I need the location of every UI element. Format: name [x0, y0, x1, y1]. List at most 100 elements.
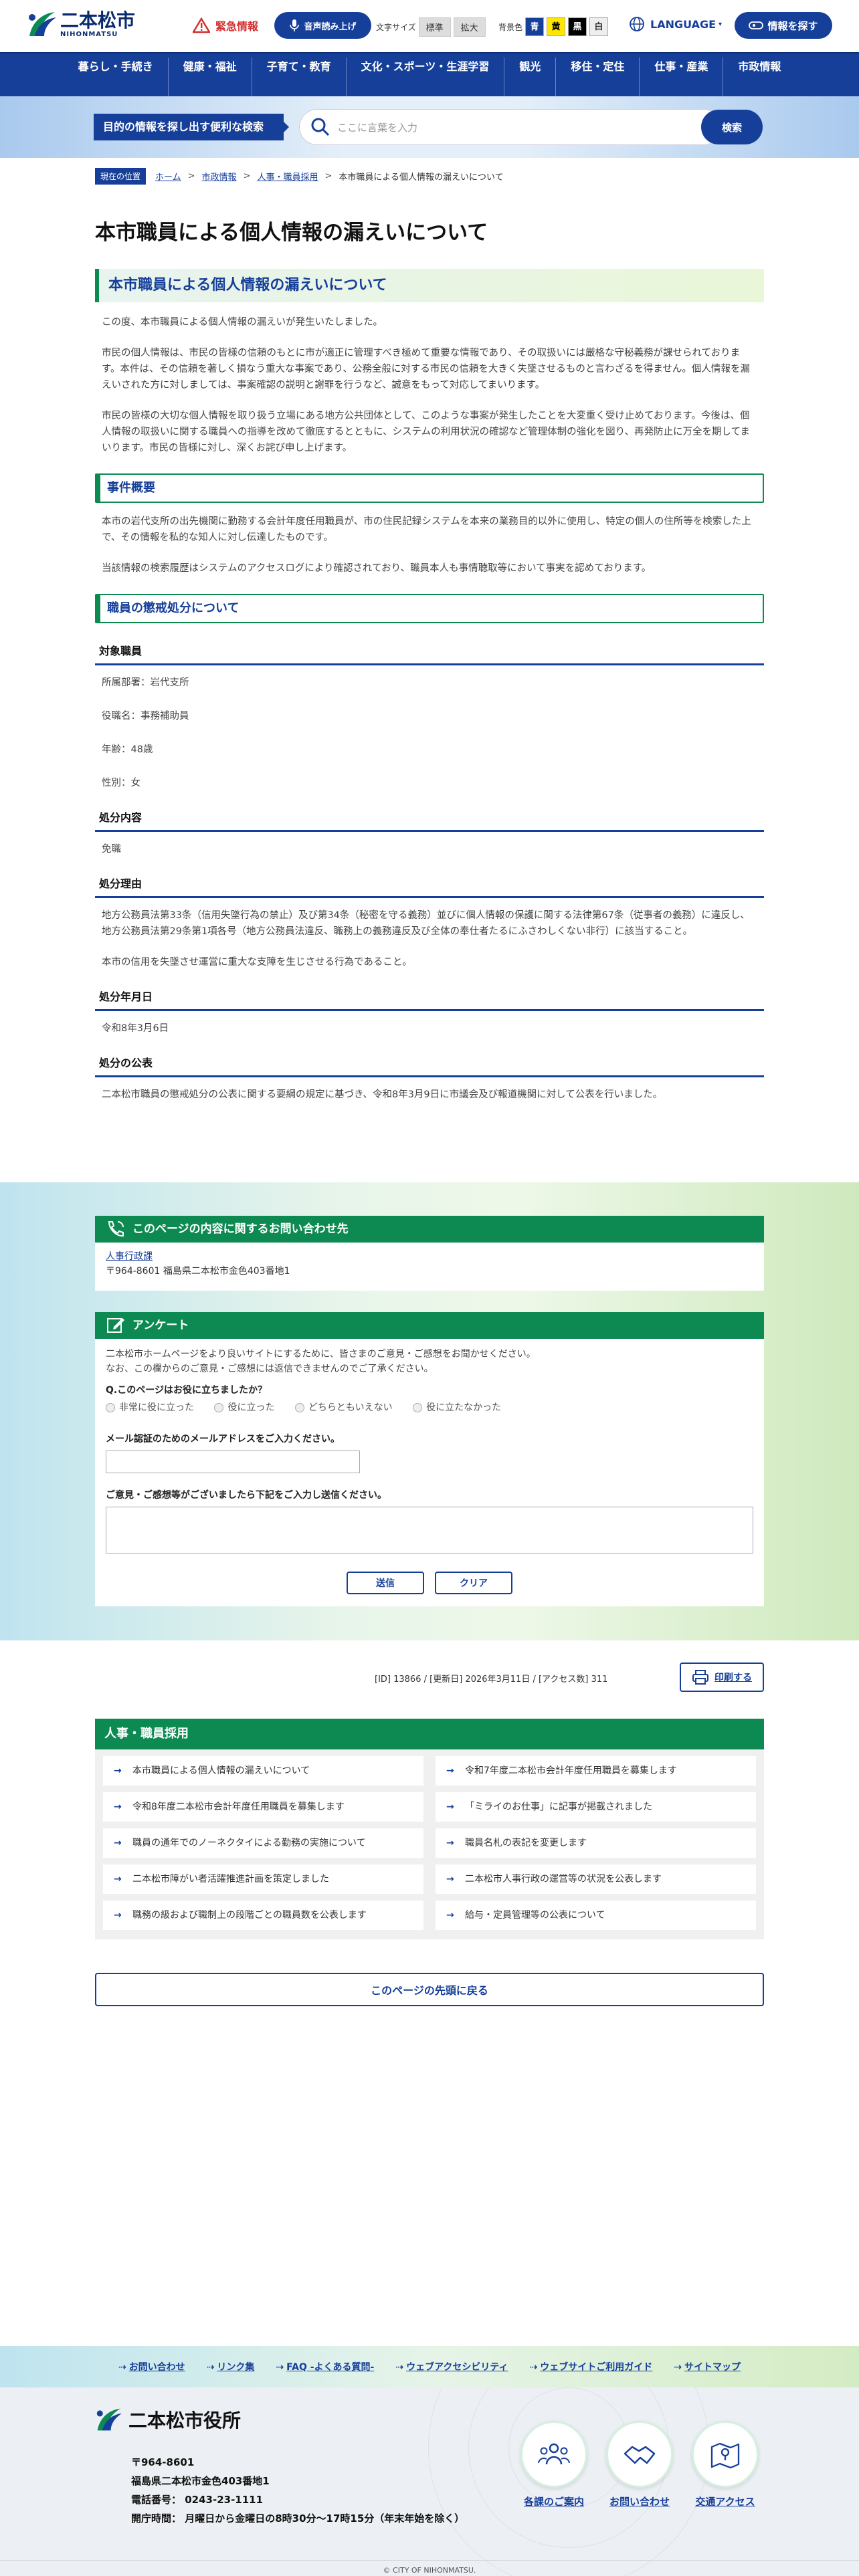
bg-blue-button[interactable]: 青 — [525, 17, 545, 36]
footer-link-guide[interactable]: ウェブサイトご利用ガイド — [530, 2360, 652, 2373]
breadcrumb-tag: 現在の位置 — [95, 168, 147, 185]
chevron-down-icon: ▾ — [719, 20, 723, 28]
email-field[interactable] — [106, 1451, 360, 1473]
target-dept: 所属部署：岩代支所 — [102, 677, 189, 688]
search-button[interactable]: 検索 — [701, 110, 763, 144]
contact-card: このページの内容に関するお問い合わせ先 人事行政課 〒964-8601 福島県二… — [95, 1216, 764, 1291]
footer-links: お問い合わせ リンク集 FAQ -よくある質問- ウェブアクセシビリティ ウェブ… — [0, 2346, 859, 2387]
language-selector[interactable]: LANGUAGE ▾ — [629, 16, 722, 32]
footer-link-links[interactable]: リンク集 — [207, 2360, 254, 2373]
bg-white-button[interactable]: 白 — [589, 17, 609, 36]
site-logo[interactable]: 二本松市 NIHONMATSU — [25, 9, 135, 39]
nav-item-life[interactable]: 暮らし・手続き — [64, 58, 168, 104]
access-label[interactable]: 交通アクセス — [678, 2494, 772, 2508]
option-label: どちらともいえない — [308, 1402, 393, 1413]
voice-reader-button[interactable]: 音声読み上げ — [274, 12, 371, 39]
footer-link-contact[interactable]: お問い合わせ — [118, 2360, 185, 2373]
breadcrumb: 現在の位置 ホーム > 市政情報 > 人事・職員採用 > 本市職員による個人情報… — [95, 168, 504, 185]
footer-link-sitemap[interactable]: サイトマップ — [674, 2360, 741, 2373]
page-updated: [更新日] 2026年3月11日 — [430, 1675, 531, 1685]
footer-address: 福島県二本松市金色403番地1 — [131, 2475, 270, 2487]
bg-color-label: 背景色 — [498, 22, 523, 32]
nav-item-childcare[interactable]: 子育て・教育 — [251, 58, 346, 104]
dept-guide-label[interactable]: 各課のご案内 — [507, 2494, 601, 2508]
nav-item-relocation[interactable]: 移住・定住 — [555, 58, 639, 104]
related-link[interactable]: 職員名札の表記を変更します — [436, 1828, 756, 1858]
find-info-button[interactable]: 情報を探す — [735, 12, 832, 39]
contact-circle-button[interactable] — [606, 2421, 673, 2488]
emergency-info-link[interactable]: 緊急情報 — [193, 17, 258, 33]
related-link[interactable]: 令和8年度二本松市会計年度任用職員を募集します — [103, 1792, 423, 1822]
survey-option-useful[interactable]: 役に立った — [214, 1400, 274, 1415]
section-heading-overview: 事件概要 — [95, 473, 764, 503]
nav-item-cityinfo[interactable]: 市政情報 — [723, 58, 795, 104]
survey-card: アンケート 二本松市ホームページをより良いサイトにするために、皆さまのご意見・ご… — [95, 1312, 764, 1606]
radio-icon — [294, 1403, 304, 1412]
target-role: 役職名：事務補助員 — [102, 711, 189, 722]
printer-icon — [692, 1670, 708, 1685]
phone-icon — [108, 1221, 124, 1237]
discipline-date: 令和8年3月6日 — [102, 1023, 169, 1034]
people-icon — [538, 2443, 570, 2465]
search-placeholder: ここに言葉を入力 — [337, 122, 418, 134]
nav-item-tourism[interactable]: 観光 — [504, 58, 555, 104]
contact-dept-link[interactable]: 人事行政課 — [106, 1249, 753, 1264]
reason-paragraph: 本市の信用を失墜させ運営に重大な支障を生じさせる行為であること。 — [102, 957, 412, 968]
related-link[interactable]: 職員の通年でのノーネクタイによる勤務の実施について — [103, 1828, 423, 1858]
related-link[interactable]: 本市職員による個人情報の漏えいについて — [103, 1756, 423, 1786]
nav-item-work[interactable]: 仕事・産業 — [639, 58, 723, 104]
city-emblem-icon — [25, 9, 58, 39]
related-link[interactable]: 二本松市人事行政の運営等の状況を公表します — [436, 1864, 756, 1894]
radio-icon — [106, 1403, 115, 1412]
breadcrumb-cityinfo[interactable]: 市政情報 — [202, 170, 237, 183]
map-icon — [710, 2442, 740, 2468]
font-size-label: 文字サイズ — [376, 23, 416, 32]
print-button[interactable]: 印刷する — [680, 1662, 764, 1692]
clear-button[interactable]: クリア — [435, 1572, 512, 1594]
survey-option-neutral[interactable]: どちらともいえない — [294, 1400, 393, 1415]
target-age: 年齢：48歳 — [102, 744, 153, 755]
related-link[interactable]: 職務の級および職制上の段階ごとの職員数を公表します — [103, 1901, 423, 1930]
contact-circle-label[interactable]: お問い合わせ — [593, 2494, 686, 2508]
contact-card-header: このページの内容に関するお問い合わせ先 — [95, 1216, 764, 1243]
footer-tel: 電話番号： 0243-23-1111 — [131, 2494, 264, 2506]
submit-button[interactable]: 送信 — [347, 1572, 424, 1594]
site-header: 二本松市 NIHONMATSU 緊急情報 音声読み上げ 文字サイズ 標準 拡大 … — [0, 0, 859, 52]
survey-option-not-useful[interactable]: 役に立たなかった — [413, 1400, 501, 1415]
microphone-icon — [290, 19, 300, 31]
footer-link-accessibility[interactable]: ウェブアクセシビリティ — [395, 2360, 508, 2373]
radio-icon — [214, 1403, 224, 1412]
related-link[interactable]: 「ミライのお仕事」に記事が掲載されました — [436, 1792, 756, 1822]
nav-item-health[interactable]: 健康・福祉 — [167, 58, 252, 104]
related-link[interactable]: 令和7年度二本松市会計年度任用職員を募集します — [436, 1756, 756, 1786]
search-input[interactable]: ここに言葉を入力 — [300, 110, 721, 144]
bg-black-button[interactable]: 黒 — [568, 17, 587, 36]
comment-textarea[interactable] — [106, 1507, 753, 1553]
site-footer: 二本松市役所 〒964-8601 福島県二本松市金色403番地1 電話番号： 0… — [0, 2387, 859, 2576]
bg-yellow-button[interactable]: 黄 — [547, 17, 566, 36]
subheading-content: 処分内容 — [95, 809, 764, 832]
related-link[interactable]: 給与・定員管理等の公表について — [436, 1901, 756, 1930]
breadcrumb-personnel[interactable]: 人事・職員採用 — [257, 170, 318, 183]
article-paragraph: 市民の皆様の大切な個人情報を取り扱う立場にある地方公共団体として、このような事案… — [102, 411, 750, 453]
related-title: 人事・職員採用 — [95, 1719, 764, 1749]
voice-reader-label: 音声読み上げ — [304, 21, 357, 32]
print-label: 印刷する — [714, 1673, 752, 1683]
subheading-target: 対象職員 — [95, 642, 764, 665]
access-button[interactable] — [692, 2421, 759, 2488]
dept-guide-button[interactable] — [520, 2421, 587, 2488]
footer-link-faq[interactable]: FAQ -よくある質問- — [276, 2360, 374, 2373]
city-emblem-icon — [96, 2408, 122, 2431]
main-content: 本市職員による個人情報の漏えいについて 本市職員による個人情報の漏えいについて … — [95, 219, 764, 1103]
font-standard-button[interactable]: 標準 — [418, 17, 451, 37]
breadcrumb-separator: > — [243, 171, 251, 181]
global-nav: 暮らし・手続き 健康・福祉 子育て・教育 文化・スポーツ・生涯学習 観光 移住・… — [0, 52, 859, 104]
font-large-button[interactable]: 拡大 — [453, 17, 486, 37]
survey-option-very-useful[interactable]: 非常に役に立った — [106, 1400, 194, 1415]
search-band: 目的の情報を探し出す便利な検索 ここに言葉を入力 検索 — [0, 96, 859, 158]
related-link[interactable]: 二本松市障がい者活躍推進計画を策定しました — [103, 1864, 423, 1894]
breadcrumb-home[interactable]: ホーム — [155, 170, 181, 183]
nav-item-culture[interactable]: 文化・スポーツ・生涯学習 — [345, 58, 504, 104]
overview-paragraph: 当該情報の検索履歴はシステムのアクセスログにより確認されており、職員本人も事情聴… — [102, 563, 652, 574]
back-to-top-button[interactable]: このページの先頭に戻る — [95, 1973, 764, 2006]
